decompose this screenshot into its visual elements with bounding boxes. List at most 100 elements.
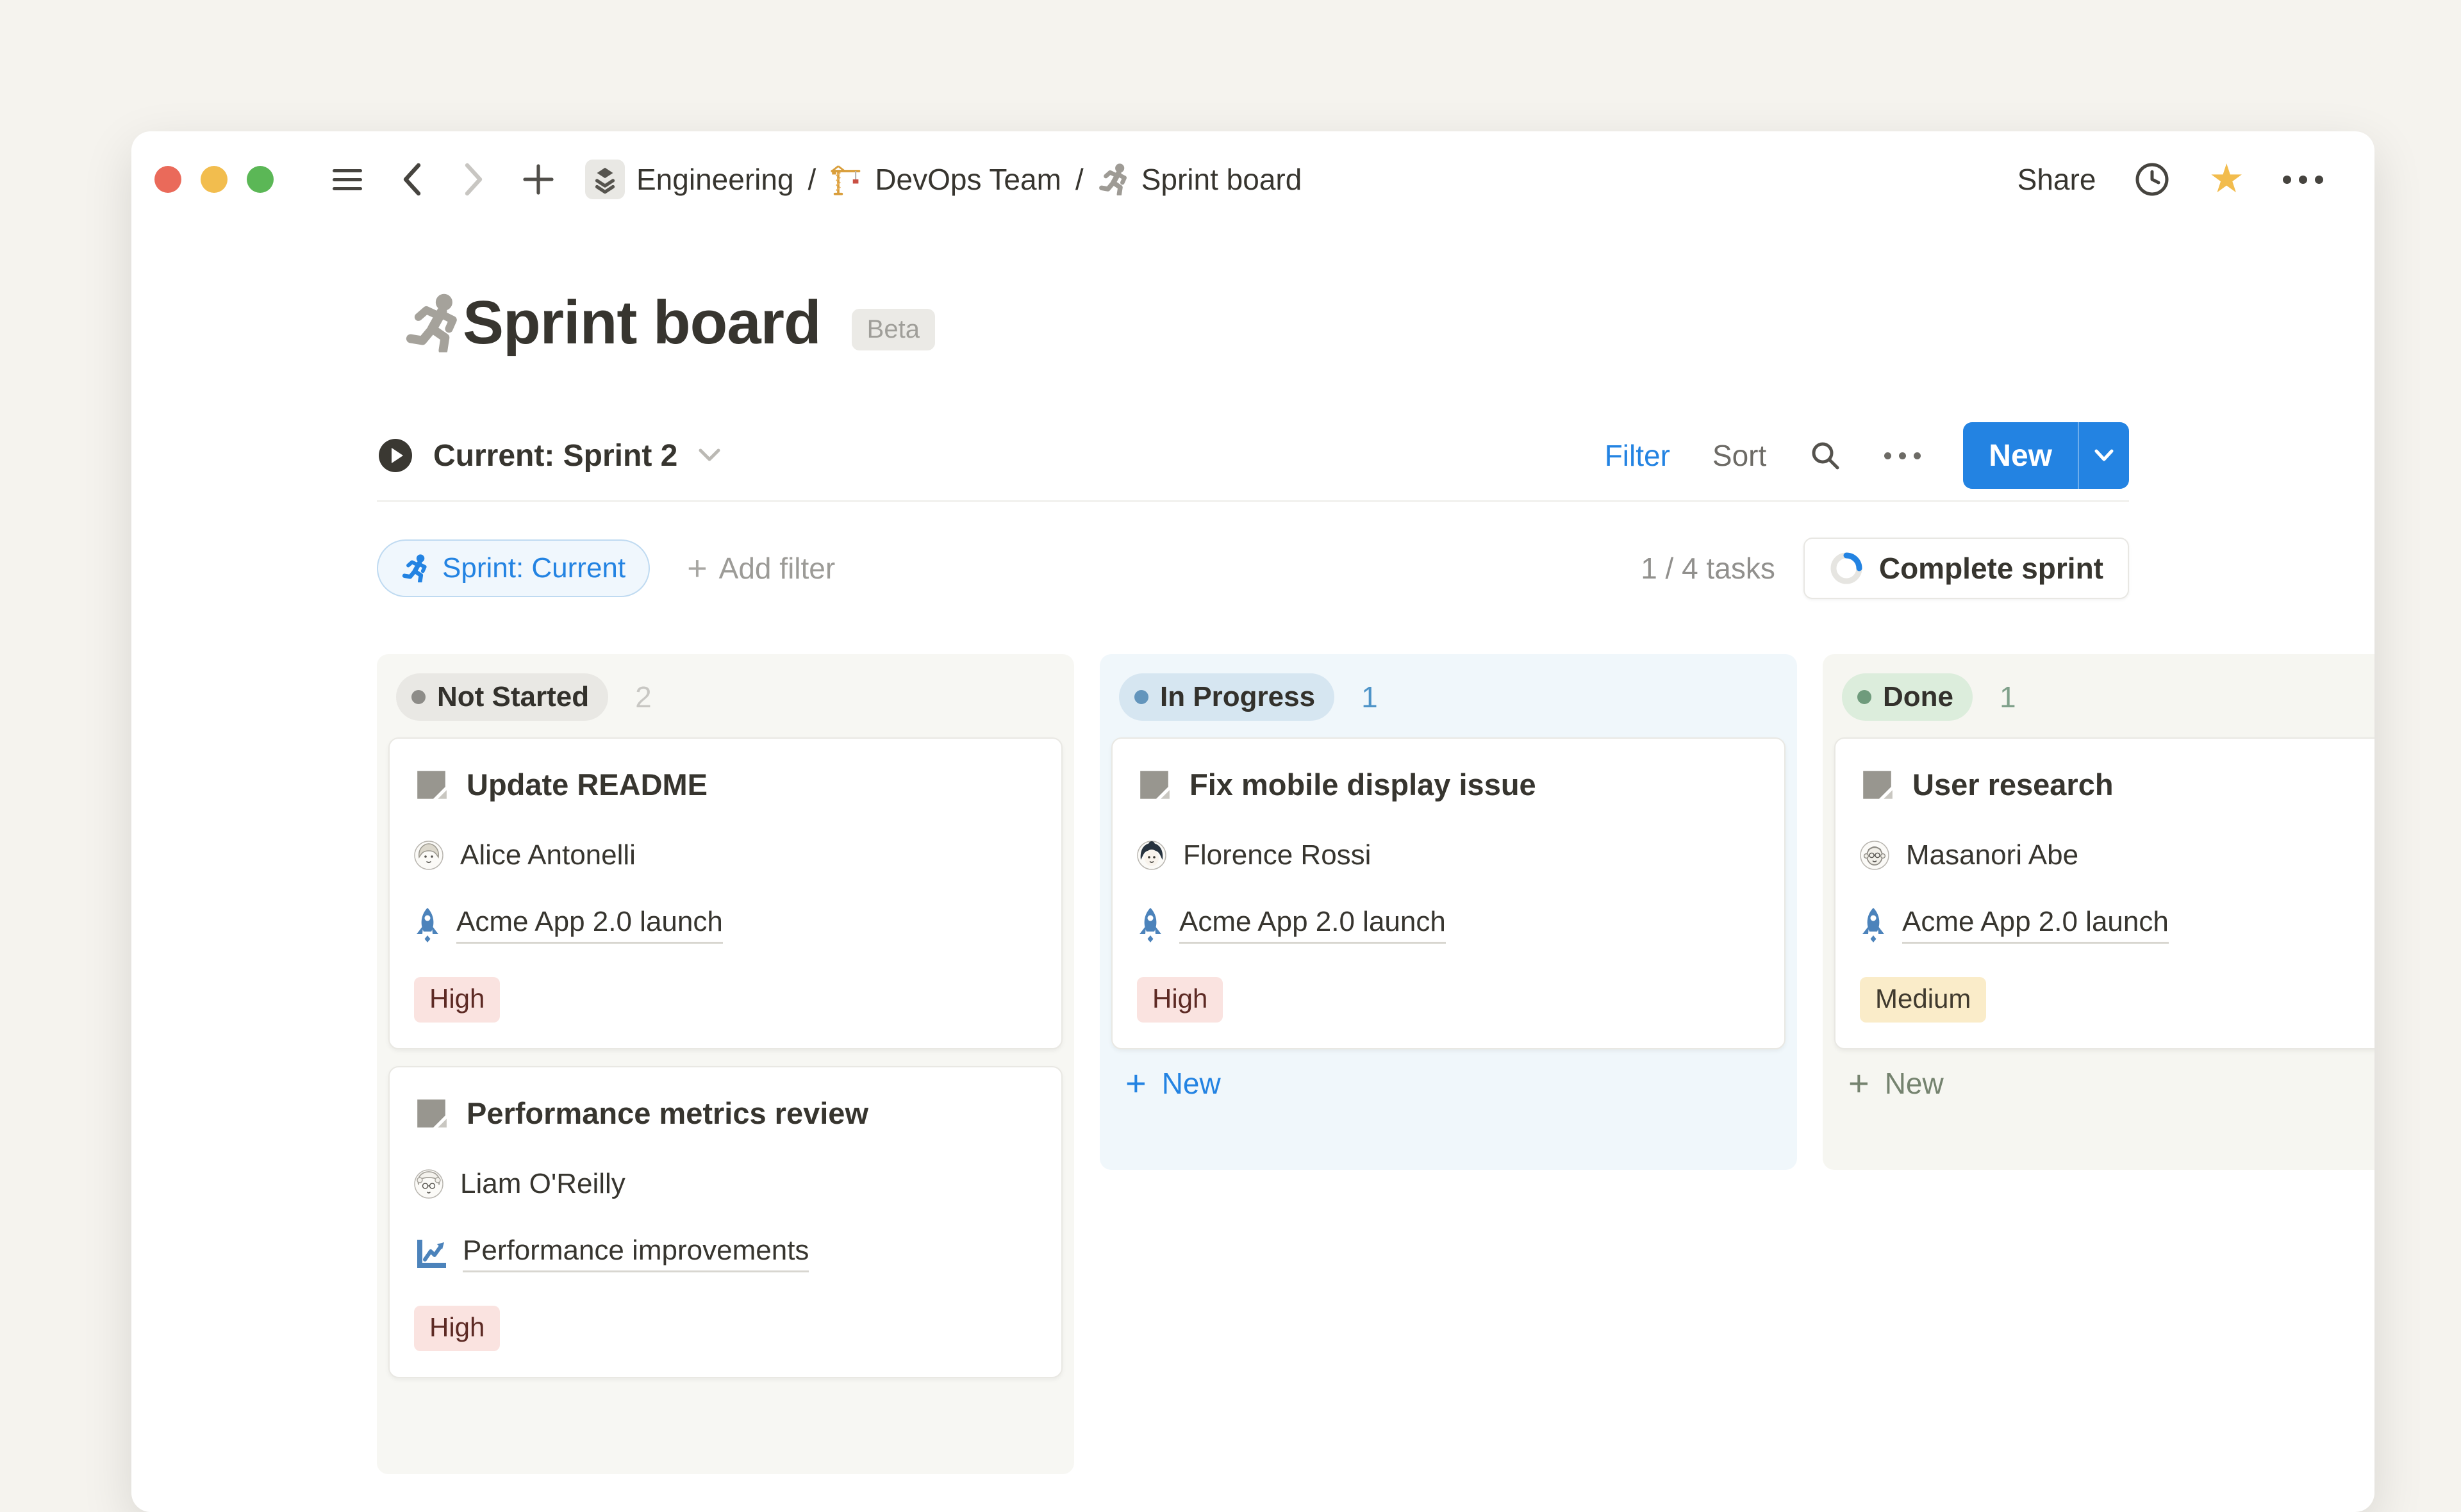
card-title: Performance metrics review xyxy=(467,1096,868,1131)
project-row: Acme App 2.0 launch xyxy=(414,906,1037,944)
more-options-icon[interactable] xyxy=(2283,176,2323,184)
column-count: 1 xyxy=(2000,680,2016,714)
app-window: Engineering / DevOps Team xyxy=(131,131,2374,1512)
column-header: Not Started 2 xyxy=(377,654,1074,721)
task-note-icon xyxy=(414,768,449,802)
chevron-down-icon xyxy=(697,447,722,464)
runner-icon xyxy=(401,554,429,582)
minimize-window-button[interactable] xyxy=(201,166,228,193)
card-title: Update README xyxy=(467,767,708,802)
status-label: In Progress xyxy=(1160,681,1315,713)
play-icon xyxy=(377,437,414,474)
progress-ring-icon xyxy=(1829,551,1864,586)
assignee-row: Masanori Abe xyxy=(1860,839,2374,871)
project-row: Acme App 2.0 launch xyxy=(1860,906,2374,944)
rocket-icon xyxy=(1137,907,1164,943)
rocket-icon xyxy=(414,907,441,943)
status-dot xyxy=(411,690,426,704)
breadcrumb-item-devops-team[interactable]: DevOps Team xyxy=(830,162,1061,197)
add-filter-button[interactable]: + Add filter xyxy=(687,551,835,586)
chevron-down-icon[interactable] xyxy=(2079,448,2129,463)
breadcrumb: Engineering / DevOps Team xyxy=(585,160,1302,199)
task-count: 1 / 4 tasks xyxy=(1641,551,1775,586)
sprint-filter-chip[interactable]: Sprint: Current xyxy=(377,539,650,597)
complete-sprint-button[interactable]: Complete sprint xyxy=(1803,538,2129,599)
project-link[interactable]: Performance improvements xyxy=(463,1235,809,1272)
page-title-row: Sprint board Beta xyxy=(404,288,2129,358)
back-icon[interactable] xyxy=(399,161,424,197)
task-note-icon xyxy=(414,1096,449,1131)
task-card-user-research[interactable]: User research xyxy=(1834,737,2374,1049)
task-card-performance-metrics-review[interactable]: Performance metrics review xyxy=(388,1066,1063,1378)
view-label: Current: Sprint 2 xyxy=(433,438,677,473)
add-card-button[interactable]: + New xyxy=(1125,1066,1797,1101)
card-title: Fix mobile display issue xyxy=(1189,767,1536,802)
view-toolbar: Current: Sprint 2 Filter Sort New xyxy=(377,422,2129,489)
status-label: Not Started xyxy=(437,681,589,713)
close-window-button[interactable] xyxy=(154,166,181,193)
traffic-lights xyxy=(154,166,274,193)
task-note-icon xyxy=(1860,768,1894,802)
assignee-row: Florence Rossi xyxy=(1137,839,1760,871)
breadcrumb-separator: / xyxy=(808,162,816,197)
favorite-star-icon[interactable]: ★ xyxy=(2208,160,2244,199)
view-switcher[interactable]: Current: Sprint 2 xyxy=(377,437,722,474)
nav-icons xyxy=(333,161,554,197)
add-card-label: New xyxy=(1885,1066,1944,1101)
avatar xyxy=(1860,841,1889,870)
project-link[interactable]: Acme App 2.0 launch xyxy=(1179,906,1446,944)
sidebar-toggle-icon[interactable] xyxy=(333,169,362,190)
status-dot xyxy=(1134,690,1148,704)
assignee-name: Florence Rossi xyxy=(1183,839,1371,871)
clock-icon[interactable] xyxy=(2134,161,2170,197)
runner-icon xyxy=(1098,163,1130,195)
avatar xyxy=(414,1169,443,1199)
avatar xyxy=(1137,841,1166,870)
chart-icon xyxy=(414,1237,447,1270)
status-pill-not-started[interactable]: Not Started xyxy=(396,673,608,721)
view-options-icon[interactable] xyxy=(1884,452,1921,459)
breadcrumb-item-sprint-board[interactable]: Sprint board xyxy=(1098,162,1302,197)
project-link[interactable]: Acme App 2.0 launch xyxy=(456,906,723,944)
zoom-window-button[interactable] xyxy=(247,166,274,193)
column-header: Done 1 xyxy=(1823,654,2374,721)
runner-icon[interactable] xyxy=(404,293,463,352)
task-card-update-readme[interactable]: Update README Alice Antonelli xyxy=(388,737,1063,1049)
toolbar-actions: Filter Sort New xyxy=(1605,422,2129,489)
task-note-icon xyxy=(1137,768,1172,802)
complete-sprint-label: Complete sprint xyxy=(1879,551,2103,586)
priority-badge[interactable]: High xyxy=(1137,977,1223,1023)
assignee-name: Alice Antonelli xyxy=(460,839,636,871)
status-pill-in-progress[interactable]: In Progress xyxy=(1119,673,1334,721)
share-button[interactable]: Share xyxy=(2018,162,2096,197)
task-card-fix-mobile-display-issue[interactable]: Fix mobile display issue xyxy=(1111,737,1786,1049)
window-topbar: Engineering / DevOps Team xyxy=(131,131,2374,221)
breadcrumb-item-engineering[interactable]: Engineering xyxy=(585,160,794,199)
new-page-icon[interactable] xyxy=(522,163,554,195)
status-label: Done xyxy=(1883,681,1953,713)
project-link[interactable]: Acme App 2.0 launch xyxy=(1902,906,2169,944)
add-card-button[interactable]: + New xyxy=(1848,1066,2374,1101)
column-header: In Progress 1 xyxy=(1100,654,1797,721)
assignee-row: Alice Antonelli xyxy=(414,839,1037,871)
project-row: Acme App 2.0 launch xyxy=(1137,906,1760,944)
priority-badge[interactable]: High xyxy=(414,1306,500,1351)
card-title: User research xyxy=(1912,767,2114,802)
column-count: 2 xyxy=(635,680,652,714)
priority-badge[interactable]: Medium xyxy=(1860,977,1986,1023)
sort-button[interactable]: Sort xyxy=(1712,438,1766,473)
topbar-actions: Share ★ xyxy=(2018,160,2323,199)
priority-badge[interactable]: High xyxy=(414,977,500,1023)
filter-button[interactable]: Filter xyxy=(1605,438,1670,473)
beta-badge: Beta xyxy=(852,309,935,350)
page-title: Sprint board xyxy=(463,288,821,358)
search-icon[interactable] xyxy=(1809,439,1842,472)
status-pill-done[interactable]: Done xyxy=(1842,673,1973,721)
rocket-icon xyxy=(1860,907,1887,943)
column-in-progress: In Progress 1 Fix mobile display issue xyxy=(1100,654,1797,1170)
new-button[interactable]: New xyxy=(1963,422,2129,489)
forward-icon[interactable] xyxy=(461,161,485,197)
column-done: Done 1 User research xyxy=(1823,654,2374,1170)
assignee-name: Liam O'Reilly xyxy=(460,1168,626,1200)
new-button-label: New xyxy=(1963,438,2078,473)
